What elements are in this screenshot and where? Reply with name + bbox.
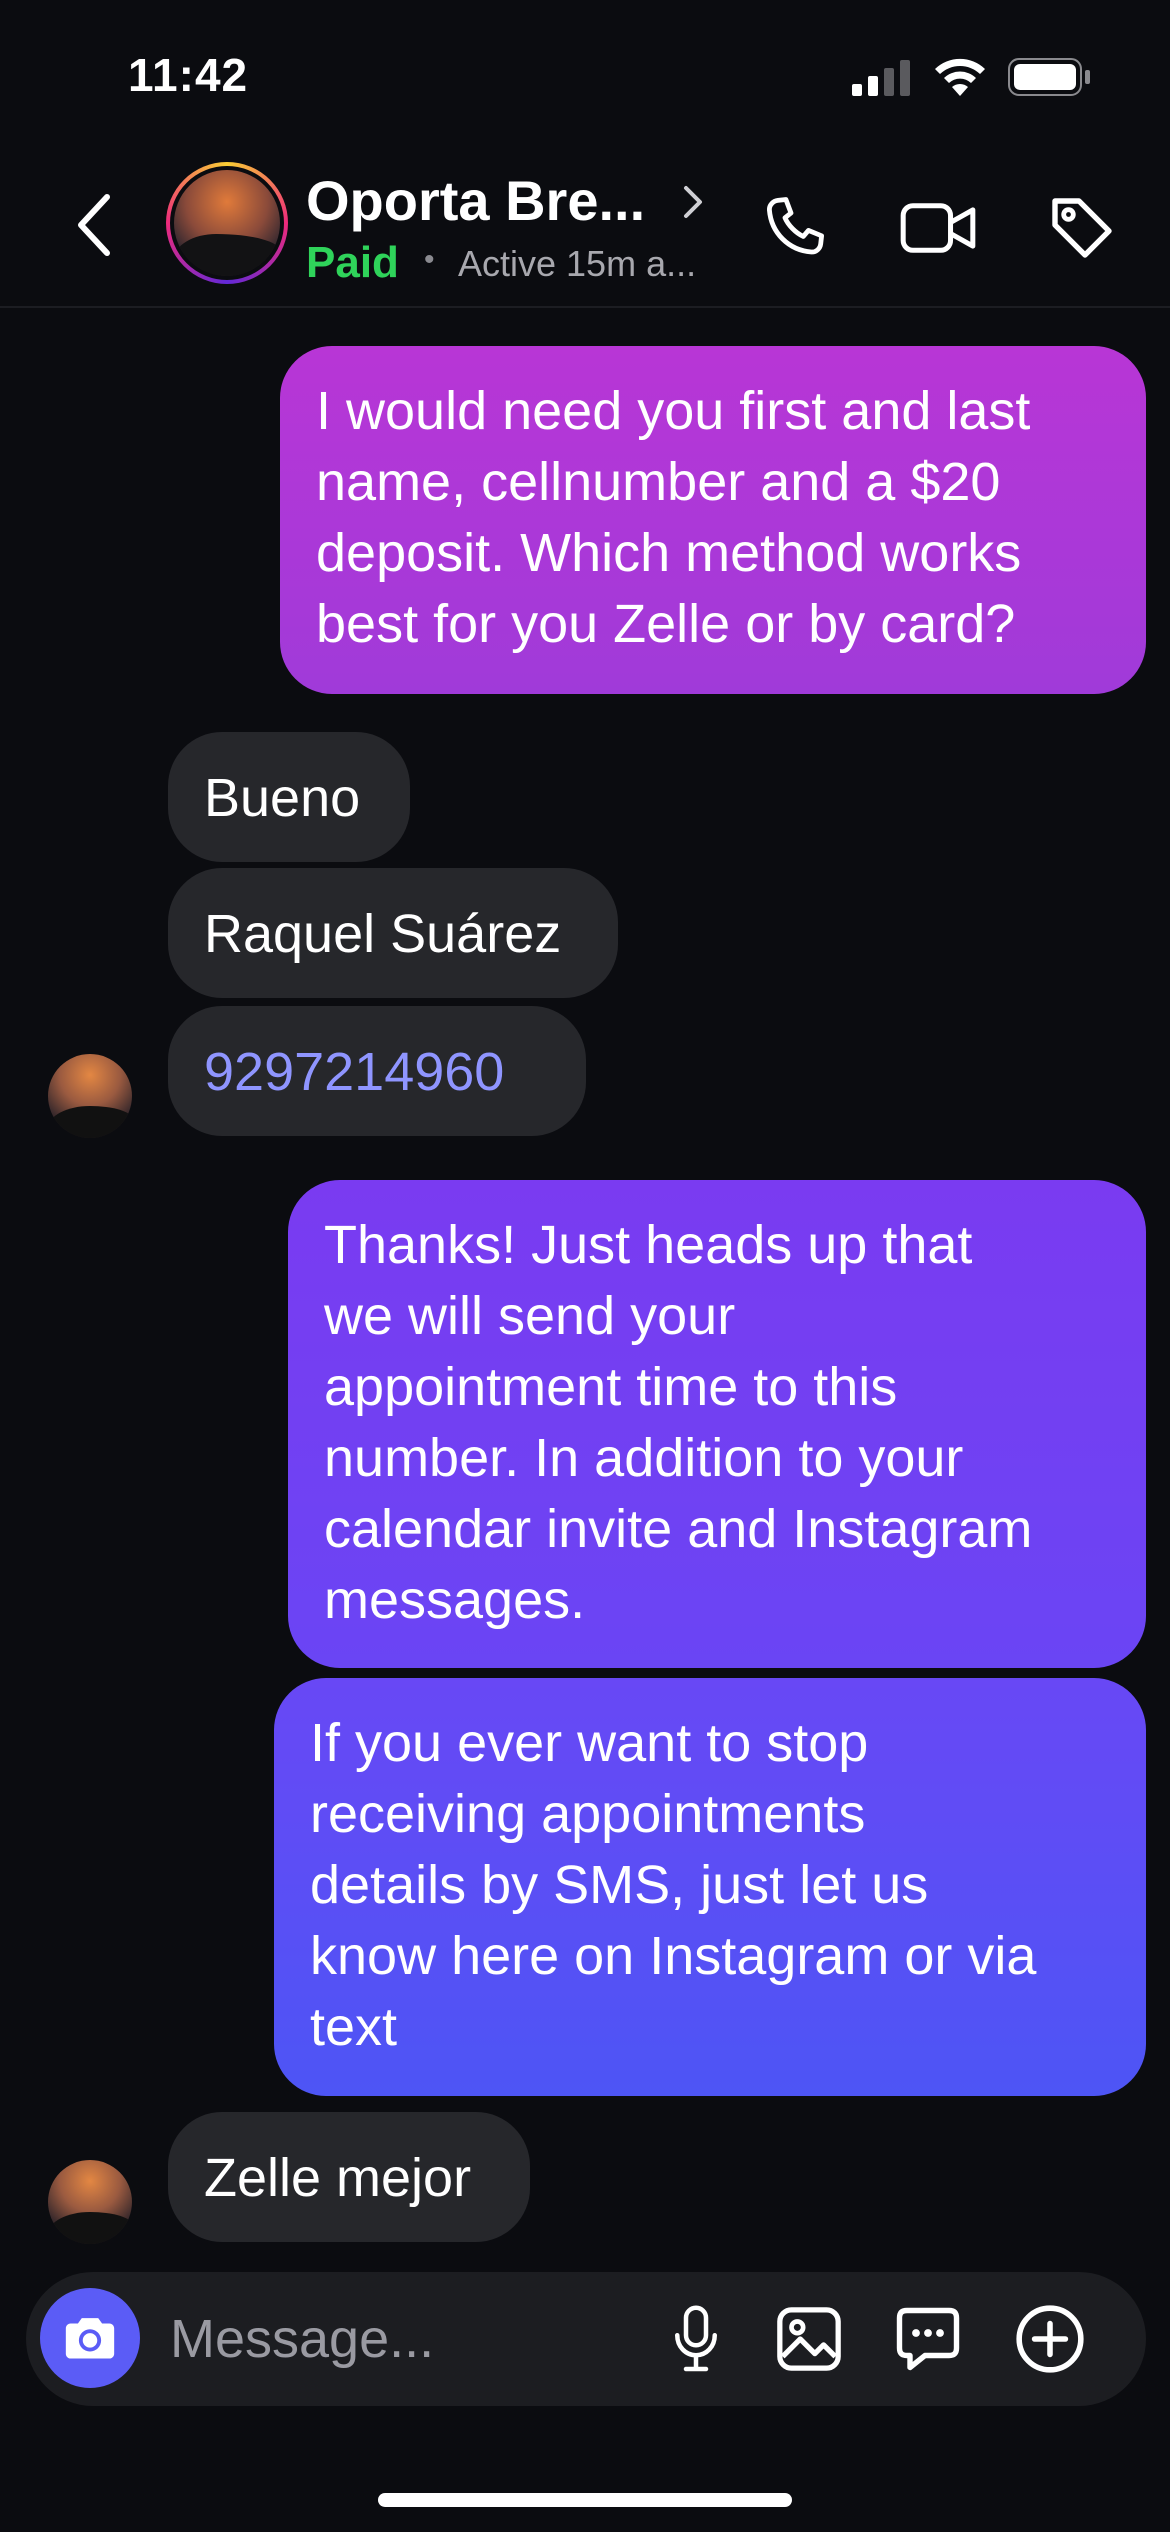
label-button[interactable] [1040, 186, 1124, 270]
sender-avatar[interactable] [48, 1054, 132, 1138]
message-outgoing[interactable]: If you ever want to stop receiving appoi… [274, 1678, 1146, 2096]
gallery-icon [777, 2307, 841, 2371]
header-divider [0, 306, 1170, 308]
microphone-icon [675, 2305, 717, 2372]
phone-icon [767, 197, 824, 255]
add-button[interactable] [1008, 2296, 1092, 2382]
tag-icon [1052, 198, 1112, 258]
signal-icon [852, 60, 912, 96]
sticker-icon [896, 2307, 960, 2371]
back-button[interactable] [60, 190, 130, 260]
wifi-icon [932, 56, 988, 98]
camera-icon [65, 2318, 115, 2359]
video-call-button[interactable] [896, 186, 980, 270]
message-incoming[interactable]: Raquel Suárez [168, 868, 618, 998]
battery-icon [1008, 58, 1092, 96]
camera-button[interactable] [40, 2288, 140, 2388]
gallery-button[interactable] [770, 2296, 848, 2382]
status-separator: • [424, 243, 435, 276]
message-incoming[interactable]: Bueno [168, 732, 410, 862]
message-input[interactable] [168, 2300, 612, 2378]
voice-button[interactable] [660, 2296, 732, 2382]
home-indicator[interactable] [378, 2493, 792, 2507]
sticker-button[interactable] [888, 2296, 968, 2382]
chevron-right-icon[interactable] [682, 184, 706, 220]
paid-tag: Paid [306, 238, 399, 287]
sender-avatar[interactable] [48, 2160, 132, 2244]
message-outgoing[interactable]: I would need you first and last name, ce… [280, 346, 1146, 694]
active-status: Active 15m a... [458, 243, 697, 284]
contact-avatar[interactable] [166, 162, 288, 284]
message-incoming[interactable]: Zelle mejor [168, 2112, 530, 2242]
status-time: 11:42 [128, 49, 249, 101]
back-icon [78, 194, 110, 256]
video-icon [900, 203, 976, 253]
message-phone-link[interactable]: 9297214960 [168, 1006, 586, 1136]
add-icon [1016, 2305, 1084, 2373]
message-outgoing[interactable]: Thanks! Just heads up that we will send … [288, 1180, 1146, 1668]
contact-name[interactable]: Oporta Bre... [306, 168, 645, 233]
call-button[interactable] [752, 186, 836, 270]
